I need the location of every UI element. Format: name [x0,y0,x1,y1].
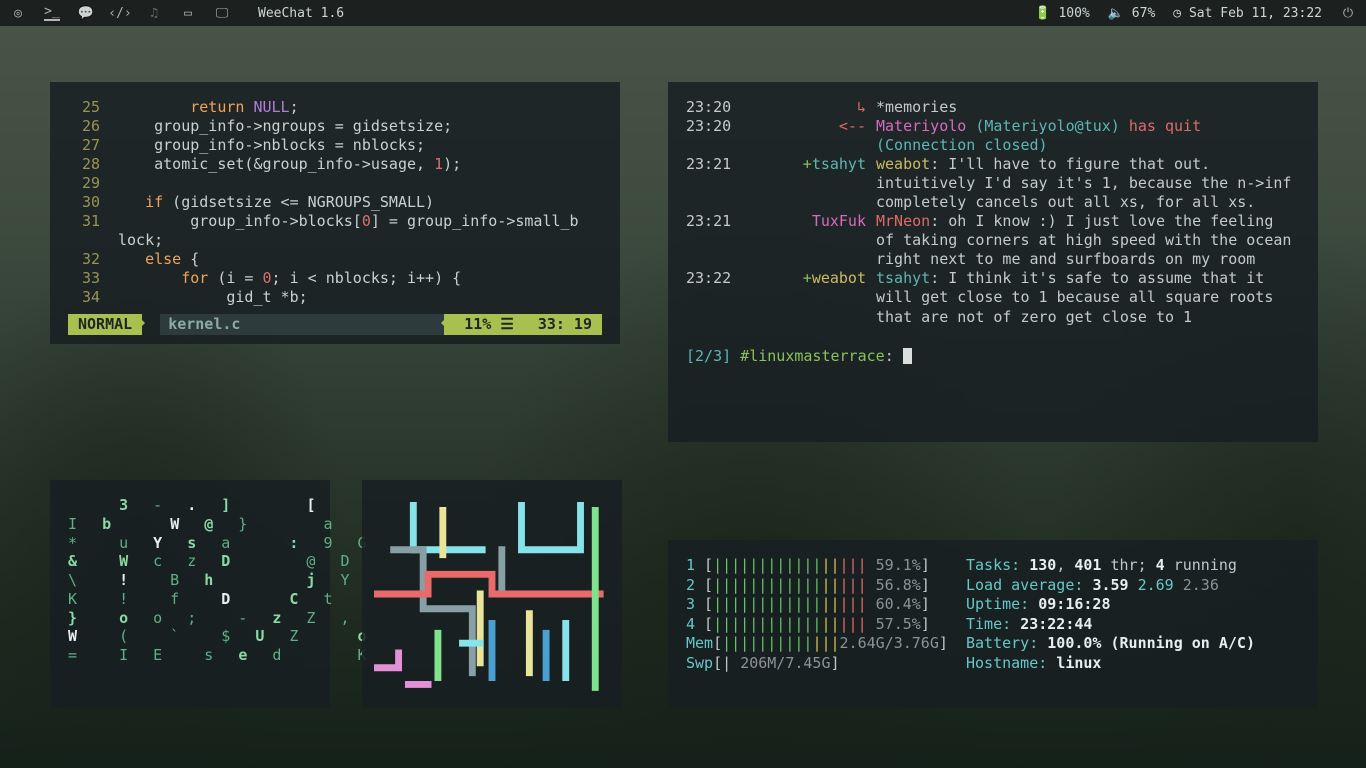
pipes-panel [362,480,622,708]
vim-code-area: 25 return NULL;26 group_info->ngroups = … [68,98,602,308]
htop-panel[interactable]: 1 [||||||||||||||||| 59.1%]2 [||||||||||… [668,540,1318,708]
monitor-icon[interactable]: 🖵 [214,5,230,21]
music-icon[interactable]: ♫ [146,5,162,21]
vim-filename: kernel.c [160,314,444,335]
weechat-panel[interactable]: 23:20↳*memories23:20<--Materiyolo (Mater… [668,82,1318,442]
chat-buffer: 23:20↳*memories23:20<--Materiyolo (Mater… [686,98,1300,327]
volume-status: 🔈 67% [1108,6,1156,21]
chat-input-row[interactable]: [2/3] #linuxmasterrace: [686,347,1300,366]
vim-cursor-pos: 33: 19 [528,314,602,335]
htop-meters: 1 [||||||||||||||||| 59.1%]2 [||||||||||… [686,556,966,673]
cmatrix-panel: 3 - . ] [ I b W @ } a * u Y s a : 9 G& W… [50,480,330,708]
vim-panel[interactable]: 25 return NULL;26 group_info->ngroups = … [50,82,620,344]
pipes-svg [374,492,610,696]
battery-status: 🔋 100% [1034,6,1089,21]
top-bar: ◎ >_ 💬 ‹/› ♫ ▭ 🖵 WeeChat 1.6 🔋 100% 🔈 67… [0,0,1366,26]
vim-percent: 11% ☰ [444,314,528,335]
clock: ◷ Sat Feb 11, 23:22 [1173,6,1322,21]
terminal-icon[interactable]: >_ [44,5,60,21]
vim-status-line: NORMAL kernel.c 11% ☰ 33: 19 [68,314,602,335]
htop-info: Tasks: 130, 401 thr; 4 runningLoad avera… [966,556,1300,673]
chrome-icon[interactable]: ◎ [10,5,26,21]
chat-icon[interactable]: 💬 [78,5,94,21]
channel-name: #linuxmasterrace [740,347,885,365]
vim-mode: NORMAL [68,314,142,335]
code-icon[interactable]: ‹/› [112,5,128,21]
window-title: WeeChat 1.6 [258,6,344,21]
input-cursor[interactable] [903,348,912,364]
power-icon[interactable]: ⏻ [1340,5,1356,21]
taskbar-icons: ◎ >_ 💬 ‹/› ♫ ▭ 🖵 [10,5,230,21]
display-icon[interactable]: ▭ [180,5,196,21]
buffer-index: [2/3] [686,347,731,365]
